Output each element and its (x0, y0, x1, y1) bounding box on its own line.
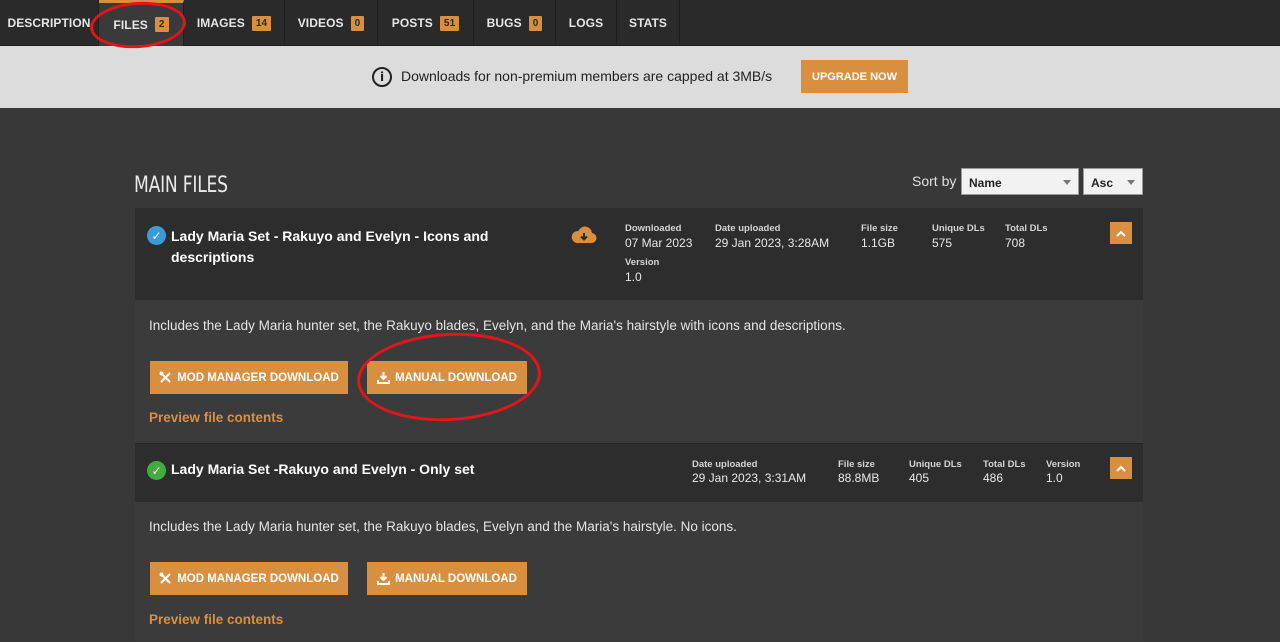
tab-images[interactable]: IMAGES 14 (184, 0, 285, 46)
mod-manager-download-button[interactable]: MOD MANAGER DOWNLOAD (150, 361, 348, 394)
tab-videos[interactable]: VIDEOS 0 (285, 0, 378, 46)
tab-bugs[interactable]: BUGS 0 (474, 0, 556, 46)
total-downloads: 708 (1005, 236, 1026, 250)
sort-order-value: Asc (1091, 176, 1114, 190)
meta-label: Unique DLs (909, 459, 962, 470)
notice-text: Downloads for non-premium members are ca… (401, 68, 773, 84)
tab-label: BUGS (486, 16, 522, 30)
file-title: Lady Maria Set -Rakuyo and Evelyn - Only… (171, 461, 475, 477)
sort-order-select[interactable]: Asc (1083, 168, 1143, 195)
file-title: Lady Maria Set - Rakuyo and Evelyn - Ico… (171, 226, 488, 268)
manual-download-button[interactable]: MANUAL DOWNLOAD (367, 361, 527, 394)
button-label: MOD MANAGER DOWNLOAD (177, 572, 339, 585)
upload-date: 29 Jan 2023, 3:28AM (715, 236, 830, 250)
file-size: 88.8MB (838, 471, 880, 485)
tab-bar: DESCRIPTION FILES 2 IMAGES 14 VIDEOS 0 P… (0, 0, 1280, 46)
tab-posts[interactable]: POSTS 51 (378, 0, 474, 46)
info-icon: i (372, 67, 392, 87)
tab-stats[interactable]: STATS (617, 0, 680, 46)
meta-label: Total DLs (1005, 223, 1048, 234)
collapse-button[interactable] (1110, 457, 1132, 479)
preview-file-contents-link[interactable]: Preview file contents (149, 612, 283, 627)
file-title-line: descriptions (171, 249, 255, 265)
tab-files[interactable]: FILES 2 (99, 0, 184, 46)
tab-label: VIDEOS (297, 16, 344, 30)
file-description: Includes the Lady Maria hunter set, the … (149, 318, 846, 333)
preview-file-contents-link[interactable]: Preview file contents (149, 410, 283, 425)
version-value: 1.0 (1046, 471, 1063, 485)
count-badge: 0 (528, 15, 543, 31)
meta-label: Downloaded (625, 223, 682, 234)
count-badge: 14 (251, 15, 272, 31)
tab-label: POSTS (391, 16, 433, 30)
tab-label: IMAGES (196, 16, 245, 30)
check-circle-icon: ✓ (147, 461, 166, 480)
version-value: 1.0 (625, 270, 642, 284)
count-badge: 51 (439, 15, 460, 31)
page-title: MAIN FILES (134, 173, 228, 198)
tab-label: FILES (113, 17, 148, 32)
meta-label: Date uploaded (692, 459, 758, 470)
file-size: 1.1GB (861, 236, 896, 250)
tools-icon (159, 572, 171, 584)
check-circle-icon: ✓ (147, 226, 166, 245)
count-badge: 0 (350, 15, 365, 31)
file-title-line: Lady Maria Set - Rakuyo and Evelyn - Ico… (171, 228, 489, 244)
meta-label: Version (1046, 459, 1081, 470)
tab-logs[interactable]: LOGS (556, 0, 617, 46)
collapse-button[interactable] (1110, 222, 1132, 244)
tab-label: DESCRIPTION (7, 16, 91, 30)
button-label: MANUAL DOWNLOAD (395, 371, 517, 384)
cloud-download-icon[interactable] (571, 226, 597, 244)
meta-label: Version (625, 257, 660, 268)
chevron-up-icon (1116, 230, 1126, 237)
tab-label: STATS (628, 16, 668, 30)
sort-label: Sort by (912, 173, 957, 189)
count-badge: 2 (154, 17, 169, 32)
meta-label: Unique DLs (932, 223, 985, 234)
upgrade-now-button[interactable]: UPGRADE NOW (801, 60, 908, 93)
file-description: Includes the Lady Maria hunter set, the … (149, 519, 737, 534)
chevron-down-icon (1063, 180, 1071, 185)
mod-manager-download-button[interactable]: MOD MANAGER DOWNLOAD (150, 562, 348, 595)
tab-label: LOGS (568, 16, 604, 30)
meta-label: File size (838, 459, 875, 470)
chevron-down-icon (1127, 180, 1135, 185)
unique-downloads: 575 (932, 236, 953, 250)
sort-by-select[interactable]: Name (961, 168, 1079, 195)
sort-by-value: Name (969, 176, 1002, 190)
upload-date: 29 Jan 2023, 3:31AM (692, 471, 807, 485)
meta-label: File size (861, 223, 898, 234)
download-icon (377, 372, 391, 384)
meta-label: Date uploaded (715, 223, 781, 234)
meta-label: Total DLs (983, 459, 1026, 470)
tab-description[interactable]: DESCRIPTION (0, 0, 99, 46)
total-downloads: 486 (983, 471, 1004, 485)
manual-download-button[interactable]: MANUAL DOWNLOAD (367, 562, 527, 595)
chevron-up-icon (1116, 465, 1126, 472)
button-label: MOD MANAGER DOWNLOAD (177, 371, 339, 384)
tools-icon (159, 371, 171, 383)
download-icon (377, 573, 391, 585)
unique-downloads: 405 (909, 471, 930, 485)
button-label: MANUAL DOWNLOAD (395, 572, 517, 585)
downloaded-date: 07 Mar 2023 (625, 236, 693, 250)
